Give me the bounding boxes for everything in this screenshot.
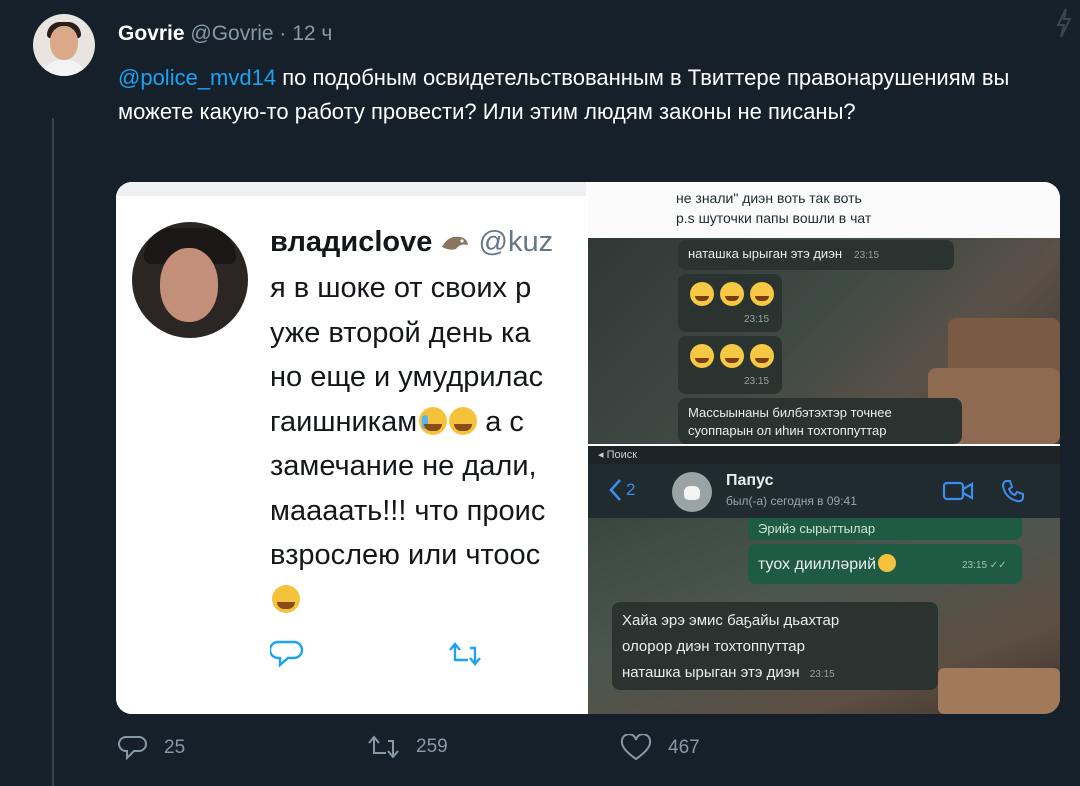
embedded-line-2: уже второй день ка [270, 316, 531, 349]
chat-message: Массыынаны билбэтэхтэр точнее [688, 405, 892, 420]
video-icon [942, 481, 974, 501]
bird-icon [442, 236, 469, 250]
author-name[interactable]: Govrie [118, 22, 185, 45]
chat-message: суоппарын ол иһин тохтоппуттар [688, 423, 887, 438]
emoji-icon [690, 344, 714, 368]
chat-bubble-in: Хайа эрэ эмис баҕайы дьахтар олорор диэн… [612, 602, 938, 690]
contact-name: Папус [726, 472, 774, 489]
status-bar: ◂ Поиск [598, 449, 638, 461]
embedded-text: я в шоке от своих р уже второй день ка н… [270, 266, 600, 622]
retweet-button[interactable]: 259 [366, 734, 448, 760]
chat-bubble-out: туох диилләрий 23:15 ✓✓ [748, 544, 1022, 584]
chat-message: наташка ырыган этэ диэн [688, 246, 843, 261]
chat-screenshot-top[interactable]: не знали" диэн воть так воть p.s шуточки… [588, 182, 1060, 444]
header-separator: · [273, 22, 293, 45]
reply-icon [118, 736, 147, 761]
like-count: 467 [668, 737, 700, 758]
chat-message: туох диилләрий [758, 556, 877, 573]
laughing-emoji-icon [272, 584, 300, 613]
embedded-handle: @kuz [478, 226, 554, 258]
embedded-line-7: взрослею или чтоос [270, 539, 541, 571]
chat-time: 23:15 ✓✓ [962, 560, 1007, 571]
author-handle[interactable]: @Govrie [190, 22, 273, 45]
emoji-icon [878, 554, 897, 572]
chat-bubble-out: Эрийэ сырыттылар [748, 518, 1022, 540]
embedded-line-5: замечание не дали, [270, 450, 537, 482]
laughing-emoji-icon [449, 406, 478, 435]
emoji-icon [750, 344, 774, 368]
back-count: 2 [626, 480, 636, 499]
like-button[interactable]: 467 [620, 734, 700, 762]
chat-message: наташка ырыган этэ диэн [622, 664, 800, 681]
chat-time: 23:15 [854, 250, 880, 261]
chat-nav-bar: 2 Папус был(-а) сегодня в 09:41 [588, 464, 1060, 518]
embedded-line-4-tail: а с [477, 405, 524, 438]
tweet-header: Govrie @Govrie · 12 ч [118, 22, 332, 46]
chat-screenshot-bottom[interactable]: ◂ Поиск 2 Папус был(-а) сегодня в 09:41 … [588, 446, 1060, 714]
mention-link[interactable]: @police_mvd14 [118, 65, 276, 90]
chat-time: 23:15 [744, 376, 770, 387]
chat-top-line-1: не знали" диэн воть так воть [676, 190, 862, 206]
author-avatar[interactable] [33, 14, 95, 76]
emoji-icon [750, 282, 774, 306]
emoji-icon [690, 282, 714, 306]
retweet-icon [368, 735, 399, 759]
retweet-count: 259 [416, 736, 448, 757]
crying-emoji-icon [419, 406, 448, 435]
contact-status: был(-а) сегодня в 09:41 [726, 494, 857, 508]
tweet-text: @police_mvd14 по подобным освидетельство… [118, 61, 1048, 129]
chat-time: 23:15 [744, 314, 770, 325]
back-icon [609, 479, 621, 501]
embedded-tweet-screenshot[interactable]: владиclove @kuz я в шоке от своих р уже … [116, 182, 586, 714]
embedded-line-4: гаишникам а с [270, 400, 600, 445]
emoji-icon [720, 282, 744, 306]
embedded-avatar [132, 222, 248, 338]
tweet-media[interactable]: владиclove @kuz я в шоке от своих р уже … [116, 182, 1060, 714]
thread-line [52, 118, 54, 786]
tweet-time[interactable]: 12 ч [292, 22, 332, 45]
reply-button[interactable]: 25 [118, 734, 185, 762]
chat-top-line-2: p.s шуточки папы вошли в чат [676, 210, 872, 226]
chat-bubble: 23:15 [678, 336, 782, 394]
embedded-line-1: я в шоке от своих р [270, 272, 532, 304]
chat-bubble: наташка ырыган этэ диэн 23:15 [678, 240, 954, 270]
like-icon [620, 734, 652, 761]
phone-icon [1001, 480, 1024, 503]
embedded-name: владиclove [270, 226, 433, 258]
retweet-icon [449, 642, 481, 666]
embedded-header: владиclove @kuz [270, 226, 553, 259]
bolt-icon[interactable] [1056, 8, 1072, 38]
chat-bubble: 23:15 [678, 274, 782, 332]
emoji-icon [720, 344, 744, 368]
chat-message: олорор диэн тохтоппуттар [622, 638, 805, 655]
chat-message: Хайа эрэ эмис баҕайы дьахтар [622, 612, 840, 629]
chat-time: 23:15 [809, 669, 835, 680]
embedded-line-4-text: гаишникам [270, 405, 418, 438]
reply-icon [270, 640, 304, 668]
chat-bubble: Массыынаны билбэтэхтэр точнее суоппарын о… [678, 398, 962, 444]
contact-avatar [672, 472, 712, 512]
tweet-actions: 25 259 467 [118, 734, 818, 770]
reply-count: 25 [164, 737, 186, 758]
embedded-line-6: маааать!!! что проис [270, 494, 546, 527]
embedded-line-3: но еще и умудрилас [270, 361, 544, 393]
